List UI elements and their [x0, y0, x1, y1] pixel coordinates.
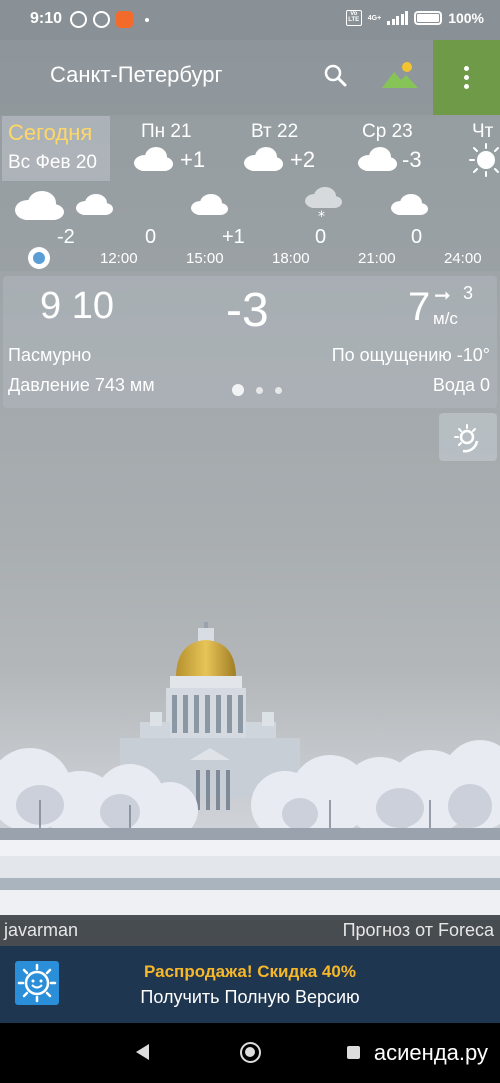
hourly-time: 15:00	[186, 250, 224, 267]
sun-moon-button[interactable]	[439, 413, 497, 461]
back-icon[interactable]	[136, 1044, 149, 1060]
day-temp-tue: +2	[290, 147, 316, 172]
day-temp-mon: +1	[180, 147, 206, 172]
hourly-time: 24:00	[444, 250, 482, 267]
wind-direction-icon: ➞	[434, 285, 451, 307]
pager-dot	[275, 386, 282, 394]
current-time: 9 10	[40, 285, 114, 327]
cloud-icon	[76, 194, 113, 215]
day-tab-mon[interactable]: Пн 21	[141, 121, 192, 143]
search-icon	[324, 64, 347, 87]
background-photo-button[interactable]	[380, 58, 420, 92]
city-title[interactable]: Санкт-Петербург	[50, 62, 223, 88]
day-temp-wed: -3	[402, 147, 422, 172]
status-system-icons: Vo LTE 4G+ 100%	[345, 10, 484, 26]
wind-speed: 7	[408, 285, 431, 329]
hourly-time: 12:00	[100, 250, 138, 267]
day-tab-thu[interactable]: Чт	[472, 121, 493, 143]
wind-unit: м/с	[433, 309, 458, 328]
photo-author[interactable]: javarman	[4, 920, 78, 941]
cloud-icon	[191, 194, 228, 215]
hourly-temp: 0	[145, 226, 157, 248]
hourly-temp: +1	[222, 226, 245, 248]
hourly-time: 21:00	[358, 250, 396, 267]
forecast-source[interactable]: Прогноз от Foreca	[343, 920, 494, 941]
battery-level: 100%	[448, 10, 484, 26]
search-button[interactable]	[320, 60, 352, 92]
today-date: Вс Фев 20	[8, 152, 97, 173]
volte-icon: Vo LTE	[345, 10, 362, 26]
more-notifications-icon	[145, 18, 149, 22]
weather-notification-icon	[93, 11, 110, 28]
pressure: Давление 743 мм	[8, 375, 155, 395]
whatsapp-icon	[70, 11, 87, 28]
promo-subtitle: Получить Полную Версию	[140, 987, 360, 1007]
recent-apps-icon[interactable]	[347, 1046, 360, 1059]
cloud-icon	[15, 191, 64, 220]
hourly-temp: 0	[411, 226, 423, 248]
battery-icon	[414, 11, 443, 25]
landscape-icon	[382, 62, 418, 88]
day-tab-tue[interactable]: Вт 22	[251, 121, 298, 143]
sun-orbit-icon	[454, 424, 479, 453]
cloud-icon	[358, 147, 397, 171]
pager-dot	[256, 386, 263, 394]
svg-text:*: *	[318, 209, 325, 222]
network-type: 4G+	[367, 14, 382, 22]
promo-banner[interactable]	[0, 946, 500, 1023]
today-label: Сегодня	[8, 120, 93, 145]
signal-icon	[387, 11, 409, 25]
pager-dot-active	[232, 384, 244, 396]
home-icon[interactable]	[240, 1042, 261, 1063]
watermark: асиенда.ру	[373, 1040, 488, 1065]
hourly-temp: 0	[315, 226, 327, 248]
weather-description: Пасмурно	[8, 345, 92, 365]
wind-gust: 3	[463, 283, 474, 303]
cloud-icon	[244, 147, 283, 171]
current-time-marker	[28, 247, 50, 269]
day-tab-wed[interactable]: Ср 23	[362, 121, 413, 143]
current-temperature: -3	[226, 284, 269, 337]
card-pager	[232, 384, 282, 396]
more-vert-icon[interactable]	[433, 40, 500, 115]
cloud-icon	[134, 147, 173, 171]
cloud-icon	[391, 194, 428, 215]
hourly-temp: -2	[57, 226, 75, 248]
status-time: 9:10	[30, 10, 63, 27]
snow-cloud-icon: *	[305, 187, 342, 222]
water-temp: Вода 0	[432, 375, 490, 395]
promo-title: Распродажа! Скидка 40%	[144, 962, 356, 981]
feels-like: По ощущению -10°	[331, 345, 490, 365]
city-landscape-photo	[0, 622, 500, 920]
status-notification-icons	[70, 11, 149, 28]
hourly-time: 18:00	[272, 250, 310, 267]
sun-icon	[469, 143, 499, 177]
app-notification-icon	[116, 11, 133, 28]
